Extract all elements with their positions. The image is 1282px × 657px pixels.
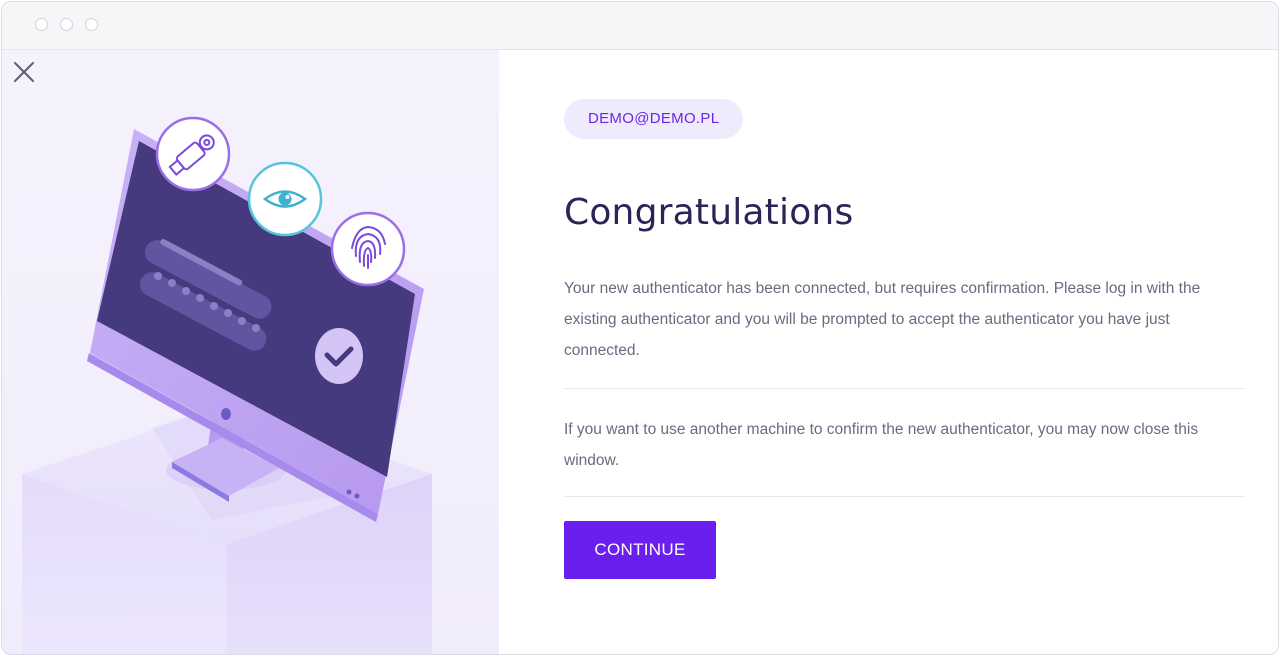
divider <box>564 496 1245 497</box>
illustration-panel <box>2 50 499 654</box>
alternate-machine-message: If you want to use another machine to co… <box>564 421 1199 469</box>
confirmation-message: Your new authenticator has been connecte… <box>564 280 1201 359</box>
fingerprint-icon <box>330 211 406 287</box>
app-window: DEMO@DEMO.PL Congratulations Your new au… <box>1 1 1279 655</box>
eye-icon <box>247 161 323 237</box>
window-titlebar <box>2 2 1278 50</box>
usb-key-icon <box>155 116 231 192</box>
continue-button[interactable]: CONTINUE <box>564 521 716 579</box>
window-minimize-dot[interactable] <box>60 18 73 31</box>
content-panel: DEMO@DEMO.PL Congratulations Your new au… <box>499 50 1278 654</box>
window-maximize-dot[interactable] <box>85 18 98 31</box>
window-close-dot[interactable] <box>35 18 48 31</box>
page-title: Congratulations <box>564 192 854 233</box>
close-icon[interactable] <box>12 60 36 84</box>
user-email-badge: DEMO@DEMO.PL <box>564 99 744 139</box>
divider <box>564 388 1245 389</box>
checkmark-icon <box>315 328 363 384</box>
computer-illustration <box>22 116 432 654</box>
